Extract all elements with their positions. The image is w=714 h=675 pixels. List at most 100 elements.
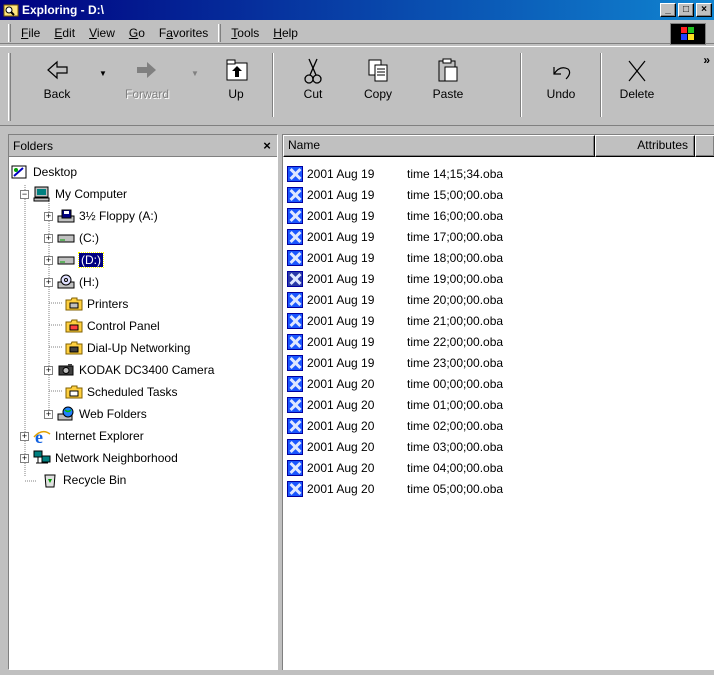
menu-go[interactable]: Go: [123, 26, 153, 40]
delete-label: Delete: [619, 87, 655, 101]
tree-item-drive-h[interactable]: + (H:): [44, 271, 99, 293]
close-icon: ×: [701, 4, 707, 15]
menu-view[interactable]: View: [83, 26, 123, 40]
expand-icon[interactable]: +: [44, 409, 53, 419]
file-item[interactable]: 2001 Aug 19 time 22;00;00.oba: [287, 331, 503, 352]
close-button[interactable]: ×: [696, 3, 712, 17]
menu-tools[interactable]: Tools: [225, 26, 267, 40]
oba-file-icon: [287, 270, 303, 287]
expand-icon[interactable]: +: [44, 277, 53, 287]
file-item[interactable]: 2001 Aug 20 time 02;00;00.oba: [287, 415, 503, 436]
svg-text:e: e: [35, 428, 43, 444]
column-header-name[interactable]: Name: [283, 135, 595, 157]
forward-button[interactable]: Forward: [116, 57, 178, 109]
files-pane: Name Attributes 2001 Aug 19 time 14;15;34…: [282, 134, 714, 670]
file-item[interactable]: 2001 Aug 19 time 19;00;00.oba: [287, 268, 503, 289]
tree-item-desktop[interactable]: Desktop: [11, 161, 77, 183]
tree-item-drive-d[interactable]: + (D:): [44, 249, 104, 271]
file-item[interactable]: 2001 Aug 20 time 00;00;00.oba: [287, 373, 503, 394]
tree-item-network-neighborhood[interactable]: + Network Neighborhood: [20, 447, 178, 469]
file-item[interactable]: 2001 Aug 19 time 20;00;00.oba: [287, 289, 503, 310]
delete-button[interactable]: Delete: [610, 57, 664, 109]
tree-item-recycle-bin[interactable]: Recycle Bin: [41, 469, 126, 491]
tree-item-web-folders[interactable]: + Web Folders: [44, 403, 147, 425]
column-header-extra[interactable]: [695, 135, 714, 157]
file-item[interactable]: 2001 Aug 19 time 14;15;34.oba: [287, 163, 503, 184]
back-dropdown[interactable]: ▼: [96, 57, 110, 109]
tree-item-kodak-camera[interactable]: + KODAK DC3400 Camera: [44, 359, 214, 381]
cut-label: Cut: [303, 87, 323, 101]
copy-label: Copy: [363, 87, 392, 101]
up-label: Up: [228, 87, 244, 101]
oba-file-icon: [287, 480, 303, 497]
file-item[interactable]: 2001 Aug 19 time 15;00;00.oba: [287, 184, 503, 205]
tree-item-scheduled-tasks[interactable]: Scheduled Tasks: [65, 381, 178, 403]
forward-dropdown[interactable]: ▼: [188, 57, 202, 109]
menu-edit[interactable]: Edit: [48, 26, 83, 40]
expand-icon[interactable]: +: [20, 431, 29, 441]
expand-icon[interactable]: +: [44, 365, 53, 375]
maximize-button[interactable]: □: [678, 3, 694, 17]
title-bar[interactable]: Exploring - D:\ _ □ ×: [0, 0, 714, 20]
toolbar-separator: [520, 53, 522, 117]
file-item[interactable]: 2001 Aug 19 time 21;00;00.oba: [287, 310, 503, 331]
file-item[interactable]: 2001 Aug 20 time 05;00;00.oba: [287, 478, 503, 499]
oba-file-icon: [287, 249, 303, 266]
minimize-button[interactable]: _: [660, 3, 676, 17]
tree-item-my-computer[interactable]: − My Computer: [20, 183, 127, 205]
back-arrow-icon: [30, 57, 84, 87]
cut-button[interactable]: Cut: [286, 57, 340, 109]
network-icon: [33, 450, 51, 466]
undo-button[interactable]: Undo: [534, 57, 588, 109]
menu-favorites[interactable]: Favorites: [153, 26, 216, 40]
maximize-icon: □: [682, 4, 690, 15]
file-item[interactable]: 2001 Aug 20 time 01;00;00.oba: [287, 394, 503, 415]
file-item[interactable]: 2001 Aug 20 time 04;00;00.oba: [287, 457, 503, 478]
file-item[interactable]: 2001 Aug 19 time 23;00;00.oba: [287, 352, 503, 373]
oba-file-icon: [287, 312, 303, 329]
oba-file-icon: [287, 417, 303, 434]
tree-item-printers[interactable]: Printers: [65, 293, 128, 315]
control-panel-folder-icon: [65, 318, 83, 334]
expand-icon[interactable]: +: [44, 233, 53, 243]
tree-item-dialup[interactable]: Dial-Up Networking: [65, 337, 190, 359]
menu-help[interactable]: Help: [267, 26, 306, 40]
up-button[interactable]: Up: [210, 57, 262, 109]
computer-icon: [33, 186, 51, 202]
back-button[interactable]: Back: [30, 57, 84, 109]
file-item[interactable]: 2001 Aug 19 time 18;00;00.oba: [287, 247, 503, 268]
collapse-icon[interactable]: −: [20, 189, 29, 199]
copy-icon: [350, 57, 406, 87]
tree-item-floppy[interactable]: + 3½ Floppy (A:): [44, 205, 158, 227]
tree-item-control-panel[interactable]: Control Panel: [65, 315, 160, 337]
tasks-folder-icon: [65, 384, 83, 400]
oba-file-icon: [287, 333, 303, 350]
expand-icon[interactable]: +: [20, 453, 29, 463]
column-header-attributes[interactable]: Attributes: [595, 135, 695, 157]
tree-item-drive-c[interactable]: + (C:): [44, 227, 99, 249]
oba-file-icon: [287, 438, 303, 455]
expand-icon[interactable]: +: [44, 255, 53, 265]
menu-file[interactable]: File: [15, 26, 48, 40]
toolbar-separator: [600, 53, 602, 117]
toolbar-more-chevron-icon[interactable]: »: [703, 53, 710, 67]
file-item[interactable]: 2001 Aug 19 time 17;00;00.oba: [287, 226, 503, 247]
menu-grip-2: [218, 23, 222, 42]
file-item[interactable]: 2001 Aug 19 time 16;00;00.oba: [287, 205, 503, 226]
back-label: Back: [43, 87, 71, 101]
dialup-folder-icon: [65, 340, 83, 356]
undo-label: Undo: [546, 87, 576, 101]
folders-header: Folders ×: [9, 135, 277, 157]
camera-icon: [57, 362, 75, 378]
file-item[interactable]: 2001 Aug 20 time 03;00;00.oba: [287, 436, 503, 457]
copy-button[interactable]: Copy: [350, 57, 406, 109]
folders-close-button[interactable]: ×: [257, 138, 277, 153]
oba-file-icon: [287, 354, 303, 371]
tree-item-internet-explorer[interactable]: + e Internet Explorer: [20, 425, 144, 447]
menu-bar: File Edit View Go Favorites Tools Help: [0, 22, 714, 45]
oba-file-icon: [287, 228, 303, 245]
expand-icon[interactable]: +: [44, 211, 53, 221]
menu-grip[interactable]: [8, 23, 11, 42]
paste-button[interactable]: Paste: [418, 57, 478, 109]
toolbar-grip[interactable]: [8, 53, 11, 121]
